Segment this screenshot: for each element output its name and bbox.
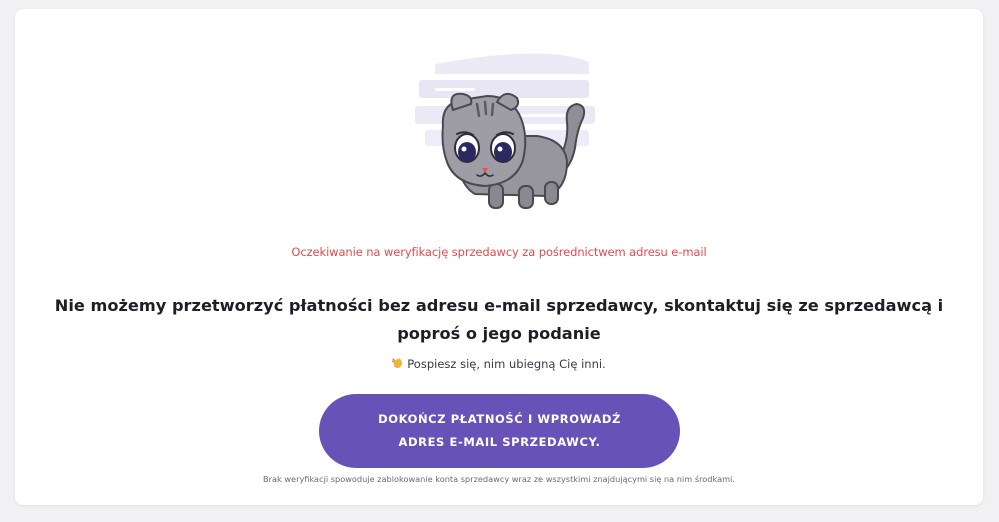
hurry-text: Pospiesz się, nim ubiegną Cię inni. xyxy=(407,357,606,371)
main-message: Nie możemy przetworzyć płatności bez adr… xyxy=(15,292,983,348)
main-message-line1: Nie możemy przetworzyć płatności bez adr… xyxy=(54,296,944,315)
verification-status-text: Oczekiwanie na weryfikację sprzedawcy za… xyxy=(291,245,707,259)
main-message-line2: poproś o jego podanie xyxy=(397,324,601,343)
hand-icon xyxy=(392,358,403,368)
sad-cat-illustration xyxy=(415,53,595,209)
cta-label-line2: ADRES E-MAIL SPRZEDAWCY. xyxy=(398,435,601,449)
cta-label-line1: DOKOŃCZ PŁATNOŚĆ I WPROWADŹ xyxy=(378,412,621,426)
blocking-warning-text: Brak weryfikacji spowoduje zablokowanie … xyxy=(263,474,735,484)
complete-payment-button[interactable]: DOKOŃCZ PŁATNOŚĆ I WPROWADŹ ADRES E-MAIL… xyxy=(319,394,680,468)
verification-card: Oczekiwanie na weryfikację sprzedawcy za… xyxy=(15,9,983,505)
hurry-note: Pospiesz się, nim ubiegną Cię inni. xyxy=(15,357,983,371)
